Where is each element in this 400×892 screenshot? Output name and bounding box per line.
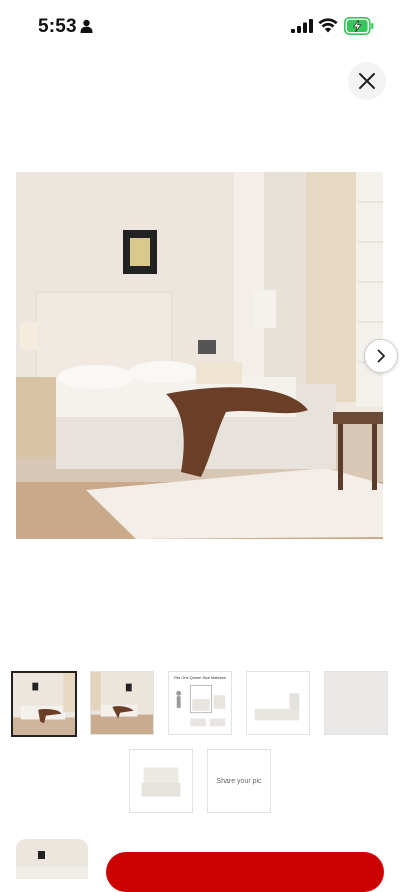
status-time: 5:53	[38, 16, 77, 37]
share-your-pic-label: Share your pic	[216, 777, 262, 785]
close-icon	[359, 73, 375, 89]
main-product-image[interactable]	[16, 172, 383, 539]
share-your-pic-tile[interactable]: Share your pic	[207, 749, 271, 813]
next-image-button[interactable]	[364, 339, 398, 373]
thumbnail-6[interactable]	[129, 749, 193, 813]
status-bar: 5:53	[0, 0, 400, 54]
chevron-right-icon	[377, 349, 385, 363]
sticky-product-thumbnail	[16, 839, 88, 879]
bedroom-mini-image	[16, 839, 88, 879]
close-button[interactable]	[348, 62, 386, 100]
bedroom-photo	[16, 172, 383, 539]
person-icon	[80, 19, 93, 33]
bed-front-view-thumbnail	[130, 750, 192, 812]
bed-side-view-thumbnail	[247, 672, 309, 734]
battery-charging-icon	[344, 17, 374, 35]
thumbnail-1[interactable]	[11, 671, 77, 737]
diagram-caption: Fits One Queen Size Mattress	[174, 675, 226, 680]
bedroom-scene-thumbnail	[13, 673, 75, 735]
cellular-signal-icon	[291, 19, 313, 33]
thumbnail-4[interactable]	[246, 671, 310, 735]
add-to-cart-button[interactable]	[106, 852, 384, 892]
thumbnail-2[interactable]	[90, 671, 154, 735]
dimension-diagram-thumbnail: Fits One Queen Size Mattress	[169, 672, 231, 734]
bedroom-wide-thumbnail	[91, 672, 153, 734]
wifi-icon	[318, 18, 338, 33]
thumbnail-5[interactable]	[324, 671, 388, 735]
thumbnail-3[interactable]: Fits One Queen Size Mattress	[168, 671, 232, 735]
fabric-swatch-thumbnail	[325, 672, 387, 734]
